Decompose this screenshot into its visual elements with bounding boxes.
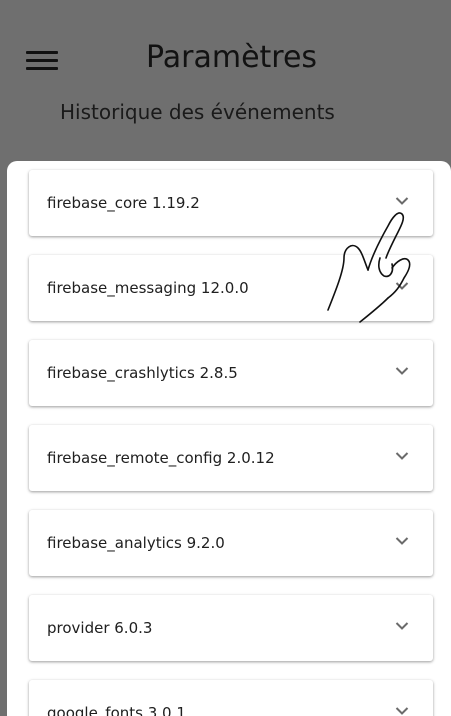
package-label: firebase_remote_config 2.0.12 bbox=[47, 449, 275, 467]
package-card-firebase-core[interactable]: firebase_core 1.19.2 bbox=[29, 170, 433, 236]
package-label: google_fonts 3.0.1 bbox=[47, 704, 186, 716]
package-label: firebase_messaging 12.0.0 bbox=[47, 279, 249, 297]
chevron-down-icon[interactable] bbox=[395, 196, 409, 206]
package-card-provider[interactable]: provider 6.0.3 bbox=[29, 595, 433, 661]
page-title: Paramètres bbox=[146, 40, 318, 75]
chevron-down-icon[interactable] bbox=[395, 706, 409, 716]
package-card-firebase-messaging[interactable]: firebase_messaging 12.0.0 bbox=[29, 255, 433, 321]
chevron-down-icon[interactable] bbox=[395, 281, 409, 291]
package-card-firebase-analytics[interactable]: firebase_analytics 9.2.0 bbox=[29, 510, 433, 576]
bottom-sheet: firebase_core 1.19.2 firebase_messaging … bbox=[7, 161, 451, 716]
chevron-down-icon[interactable] bbox=[395, 536, 409, 546]
package-label: provider 6.0.3 bbox=[47, 619, 153, 637]
background-list-item: Historique des événements bbox=[60, 100, 335, 124]
package-label: firebase_crashlytics 2.8.5 bbox=[47, 364, 238, 382]
package-label: firebase_core 1.19.2 bbox=[47, 194, 200, 212]
chevron-down-icon[interactable] bbox=[395, 621, 409, 631]
package-card-google-fonts[interactable]: google_fonts 3.0.1 bbox=[29, 680, 433, 716]
app-bar: Paramètres Historique des événements bbox=[0, 0, 451, 124]
chevron-down-icon[interactable] bbox=[395, 451, 409, 461]
chevron-down-icon[interactable] bbox=[395, 366, 409, 376]
screen: Paramètres Historique des événements fir… bbox=[0, 0, 451, 716]
package-card-firebase-crashlytics[interactable]: firebase_crashlytics 2.8.5 bbox=[29, 340, 433, 406]
package-label: firebase_analytics 9.2.0 bbox=[47, 534, 225, 552]
hamburger-menu-icon[interactable] bbox=[26, 48, 60, 74]
package-card-firebase-remote-config[interactable]: firebase_remote_config 2.0.12 bbox=[29, 425, 433, 491]
